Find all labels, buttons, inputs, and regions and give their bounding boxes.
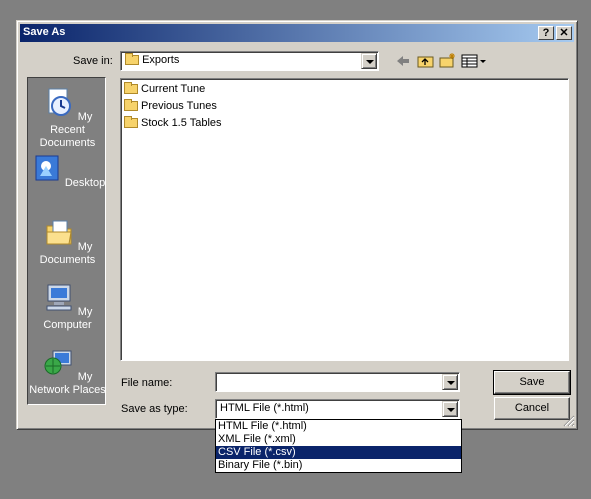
save-in-value: Exports: [125, 53, 180, 66]
place-network[interactable]: My Network Places: [28, 346, 107, 397]
folder-icon: [124, 82, 138, 95]
save-as-type-label: Save as type:: [121, 403, 188, 415]
close-button[interactable]: ✕: [556, 26, 572, 40]
help-button[interactable]: ?: [538, 26, 554, 40]
folder-icon: [124, 116, 138, 129]
list-item[interactable]: Current Tune: [124, 81, 205, 98]
place-label-desktop: Desktop: [64, 177, 106, 189]
recent-documents-icon: [48, 88, 71, 116]
resize-grip-icon[interactable]: [563, 415, 575, 427]
file-name-label: File name:: [121, 377, 173, 389]
place-my-computer[interactable]: My Computer: [28, 281, 107, 332]
cancel-button[interactable]: Cancel: [494, 397, 570, 420]
my-documents-icon: [46, 220, 72, 245]
save-as-type-dropdown-button[interactable]: [442, 401, 458, 417]
list-item[interactable]: Previous Tunes: [124, 98, 217, 115]
save-button[interactable]: Save: [493, 370, 571, 395]
title-bar[interactable]: Save As ? ✕: [20, 24, 574, 42]
window-title: Save As: [23, 26, 66, 38]
save-as-type-select[interactable]: HTML File (*.html): [215, 399, 460, 419]
view-menu-icon[interactable]: [461, 54, 487, 68]
file-list[interactable]: Current Tune Previous Tunes Stock 1.5 Ta…: [120, 78, 569, 361]
save-as-type-value: HTML File (*.html): [220, 402, 309, 414]
my-computer-icon: [46, 284, 72, 311]
file-name: Previous Tunes: [141, 100, 217, 112]
new-folder-icon[interactable]: [439, 52, 457, 68]
dropdown-option-xml[interactable]: XML File (*.xml): [216, 433, 461, 446]
dropdown-option-binary[interactable]: Binary File (*.bin): [216, 459, 461, 472]
save-as-type-dropdown-list[interactable]: HTML File (*.html) XML File (*.xml) CSV …: [215, 419, 462, 473]
place-recent-documents[interactable]: My Recent Documents: [28, 86, 107, 150]
back-arrow-icon[interactable]: [395, 54, 411, 68]
file-name: Current Tune: [141, 83, 206, 95]
save-in-text: Exports: [142, 54, 180, 66]
up-one-level-icon[interactable]: [417, 54, 435, 68]
desktop-icon: [35, 155, 59, 181]
save-in-label: Save in:: [73, 55, 113, 67]
save-in-dropdown-button[interactable]: [361, 53, 377, 69]
list-item[interactable]: Stock 1.5 Tables: [124, 115, 222, 132]
network-places-icon: [44, 350, 72, 375]
dropdown-option-html[interactable]: HTML File (*.html): [216, 420, 461, 433]
file-name: Stock 1.5 Tables: [141, 117, 222, 129]
dropdown-option-csv[interactable]: CSV File (*.csv): [216, 446, 461, 459]
places-bar: My Recent Documents Desktop My Documents: [27, 77, 106, 405]
file-name-input[interactable]: [215, 372, 460, 392]
file-name-dropdown-button[interactable]: [442, 374, 458, 390]
save-as-dialog: Save As ? ✕ Save in: Exports My Recent D…: [16, 20, 578, 430]
folder-icon: [125, 53, 139, 66]
save-in-combo[interactable]: Exports: [120, 51, 379, 71]
folder-icon: [124, 99, 138, 112]
place-my-documents[interactable]: My Documents: [28, 216, 107, 267]
place-desktop[interactable]: Desktop: [28, 152, 107, 190]
